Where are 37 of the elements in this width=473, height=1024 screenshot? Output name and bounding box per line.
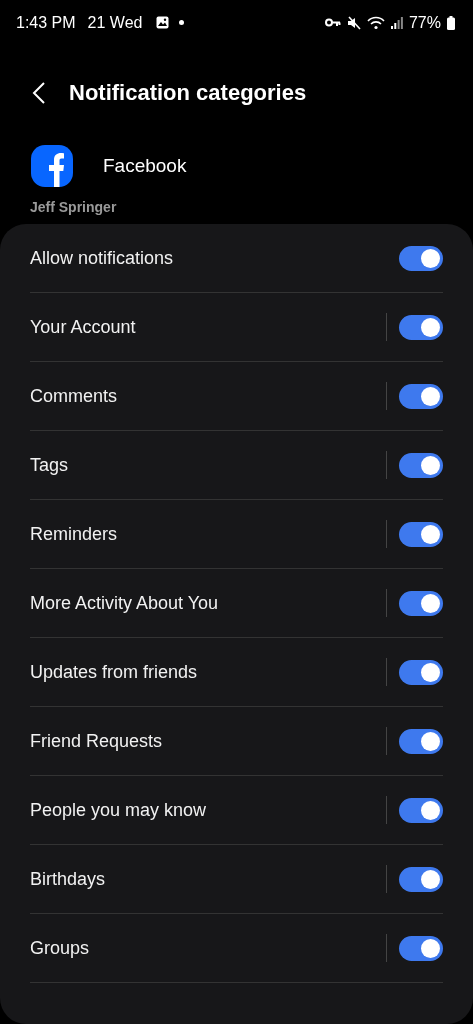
status-time: 1:43 PM [16, 13, 76, 32]
wifi-icon [366, 15, 385, 30]
battery-percent: 77% [408, 13, 441, 32]
setting-label: Reminders [30, 523, 119, 545]
toggle-switch[interactable] [399, 452, 443, 478]
dot-icon [179, 20, 185, 25]
setting-label: Allow notifications [30, 247, 175, 269]
toggle-switch[interactable] [399, 659, 443, 685]
setting-label: Birthdays [30, 868, 107, 890]
setting-label: Groups [30, 937, 91, 959]
signal-icon [390, 16, 403, 29]
setting-label: Friend Requests [30, 730, 164, 752]
back-icon[interactable] [32, 81, 46, 105]
status-date: 21 Wed [87, 13, 143, 32]
battery-icon [447, 15, 455, 30]
setting-label: Updates from friends [30, 661, 199, 683]
toggle-switch[interactable] [399, 383, 443, 409]
setting-label: Tags [30, 454, 70, 476]
gallery-icon [156, 16, 170, 29]
toggle-switch[interactable] [399, 866, 443, 892]
setting-label: People you may know [30, 799, 208, 821]
page-title: Notification categories [69, 80, 307, 106]
toggle-switch[interactable] [399, 521, 443, 547]
setting-label: Your Account [30, 316, 137, 338]
setting-label: More Activity About You [30, 592, 220, 614]
app-logo-icon [31, 145, 73, 187]
setting-label: Comments [30, 385, 119, 407]
toggle-switch[interactable] [399, 590, 443, 616]
key-icon [324, 18, 341, 27]
toggle-switch[interactable] [399, 314, 443, 340]
toggle-switch[interactable] [399, 935, 443, 961]
app-name: Facebook [103, 155, 187, 177]
toggle-switch[interactable] [399, 245, 443, 271]
toggle-switch[interactable] [399, 797, 443, 823]
mute-icon [346, 15, 361, 30]
toggle-switch[interactable] [399, 728, 443, 754]
account-label: Jeff Springer [30, 199, 117, 216]
